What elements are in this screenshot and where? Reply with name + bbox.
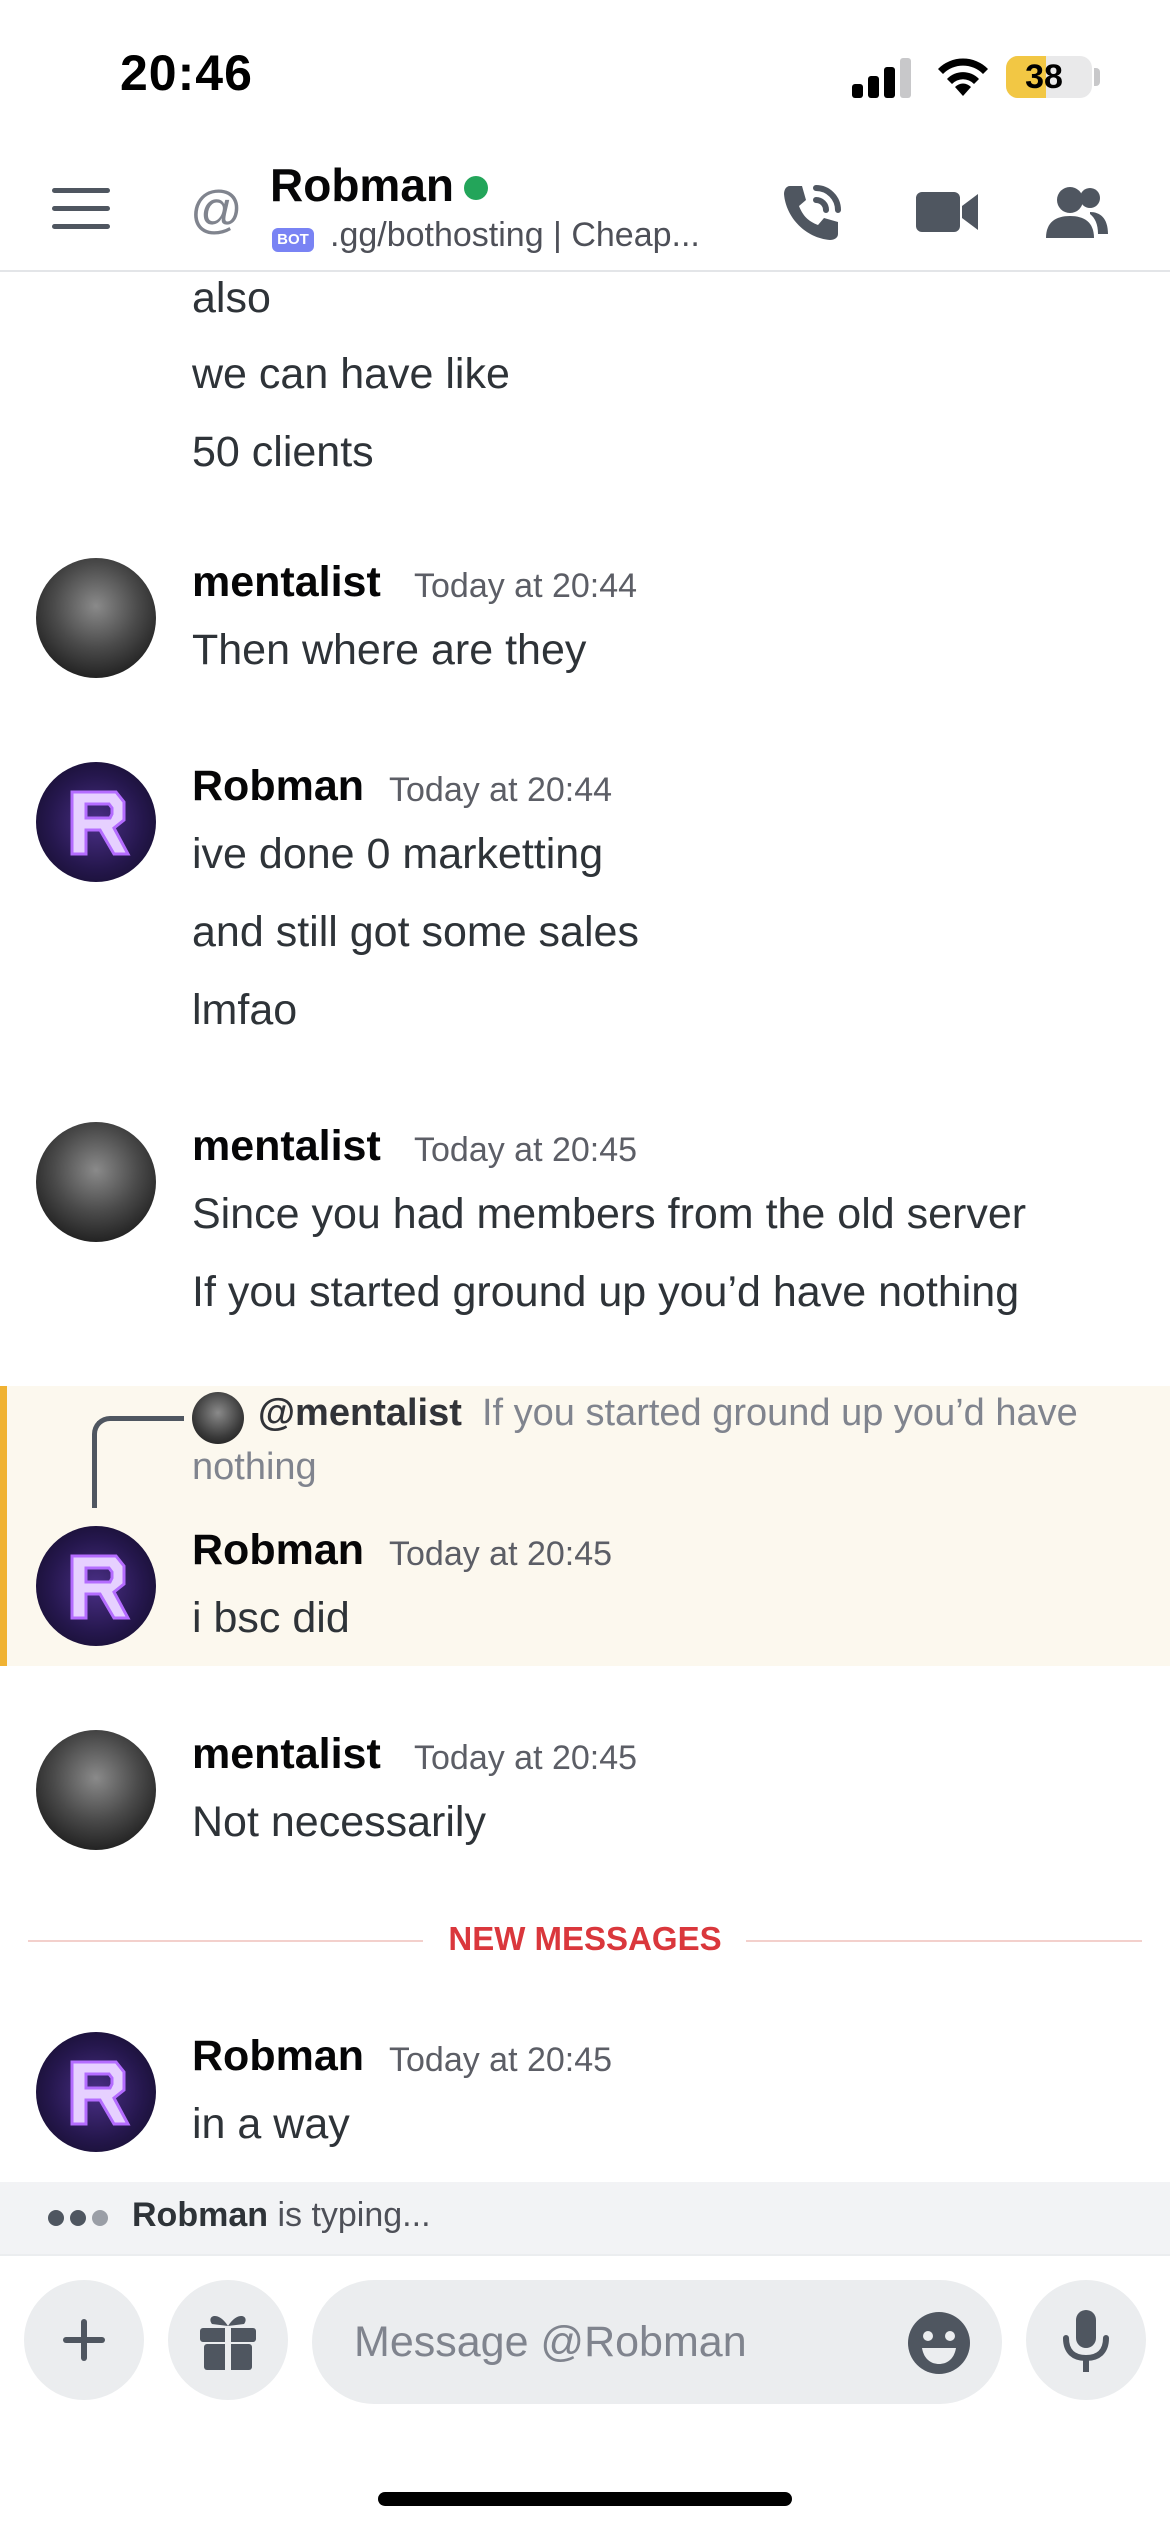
reply-connector bbox=[92, 1416, 184, 1508]
phone-call-icon[interactable] bbox=[776, 176, 848, 248]
emoji-icon[interactable] bbox=[904, 2308, 974, 2378]
message-line: 50 clients bbox=[192, 428, 374, 476]
message-line: also bbox=[192, 274, 271, 322]
status-bar: 20:46 38 bbox=[0, 0, 1170, 150]
typing-indicator: Robman is typing... bbox=[0, 2182, 1170, 2254]
message-line: ive done 0 marketting bbox=[192, 830, 604, 878]
status-time: 20:46 bbox=[120, 45, 253, 101]
at-symbol-icon: @ bbox=[190, 181, 243, 239]
message-line: Not necessarily bbox=[192, 1798, 486, 1846]
message-timestamp: Today at 20:45 bbox=[389, 2041, 613, 2079]
add-attachment-button[interactable] bbox=[24, 2280, 144, 2400]
message-author[interactable]: Robman bbox=[192, 1526, 364, 1575]
message-line: Then where are they bbox=[192, 626, 587, 674]
message-timestamp: Today at 20:44 bbox=[414, 567, 638, 605]
reply-preview[interactable]: nothing bbox=[192, 1446, 317, 1489]
message-author[interactable]: mentalist bbox=[192, 1122, 381, 1171]
members-icon[interactable] bbox=[1040, 176, 1112, 248]
message-author[interactable]: Robman bbox=[192, 2032, 364, 2081]
home-indicator[interactable] bbox=[378, 2492, 792, 2506]
message-timestamp: Today at 20:44 bbox=[389, 771, 613, 809]
recipient-status-text: .gg/bothosting | Cheap... bbox=[330, 216, 700, 254]
avatar[interactable] bbox=[36, 558, 156, 678]
message-line: lmfao bbox=[192, 986, 298, 1034]
online-status-icon bbox=[464, 176, 488, 200]
avatar[interactable] bbox=[36, 1122, 156, 1242]
reply-preview[interactable]: If you started ground up you’d have bbox=[482, 1392, 1078, 1435]
message-composer bbox=[0, 2254, 1170, 2532]
typing-text: Robman is typing... bbox=[132, 2196, 431, 2235]
video-camera-icon[interactable] bbox=[910, 176, 982, 248]
voice-message-button[interactable] bbox=[1026, 2280, 1146, 2400]
message-input[interactable] bbox=[312, 2280, 1002, 2404]
battery-icon: 38 bbox=[1006, 56, 1092, 98]
hamburger-icon[interactable] bbox=[52, 188, 112, 232]
bot-badge: BOT bbox=[272, 228, 314, 252]
new-messages-divider: NEW MESSAGES bbox=[448, 1920, 722, 1957]
message-list[interactable]: also we can have like 50 clients mentali… bbox=[0, 274, 1170, 2182]
battery-level: 38 bbox=[1025, 58, 1063, 96]
avatar[interactable] bbox=[36, 1730, 156, 1850]
reply-mention[interactable]: @mentalist bbox=[258, 1392, 462, 1435]
dm-recipient-name[interactable]: Robman bbox=[270, 158, 454, 212]
avatar[interactable] bbox=[36, 2032, 156, 2152]
message-line: and still got some sales bbox=[192, 908, 639, 956]
message-timestamp: Today at 20:45 bbox=[389, 1535, 613, 1573]
message-timestamp: Today at 20:45 bbox=[414, 1739, 638, 1777]
gift-button[interactable] bbox=[168, 2280, 288, 2400]
divider-line bbox=[28, 1940, 423, 1942]
typing-label: is typing... bbox=[277, 2196, 431, 2234]
avatar[interactable] bbox=[36, 762, 156, 882]
message-author[interactable]: mentalist bbox=[192, 1730, 381, 1779]
microphone-icon bbox=[1063, 2310, 1109, 2372]
typing-dots-icon bbox=[48, 2210, 114, 2231]
message-line: i bsc did bbox=[192, 1594, 350, 1642]
message-line: in a way bbox=[192, 2100, 350, 2148]
channel-header: @ Robman BOT .gg/bothosting | Cheap... bbox=[0, 150, 1170, 272]
typing-user: Robman bbox=[132, 2196, 268, 2234]
message-timestamp: Today at 20:45 bbox=[414, 1131, 638, 1169]
message-line: Since you had members from the old serve… bbox=[192, 1190, 1027, 1238]
wifi-icon bbox=[938, 58, 988, 96]
message-line: we can have like bbox=[192, 350, 510, 398]
message-author[interactable]: mentalist bbox=[192, 558, 381, 607]
divider-line bbox=[746, 1940, 1142, 1942]
gift-icon bbox=[200, 2315, 256, 2370]
cellular-signal-icon bbox=[852, 58, 914, 98]
message-line: If you started ground up you’d have noth… bbox=[192, 1268, 1020, 1316]
message-author[interactable]: Robman bbox=[192, 762, 364, 811]
reply-avatar bbox=[192, 1392, 244, 1444]
avatar[interactable] bbox=[36, 1526, 156, 1646]
plus-icon bbox=[63, 2319, 105, 2361]
